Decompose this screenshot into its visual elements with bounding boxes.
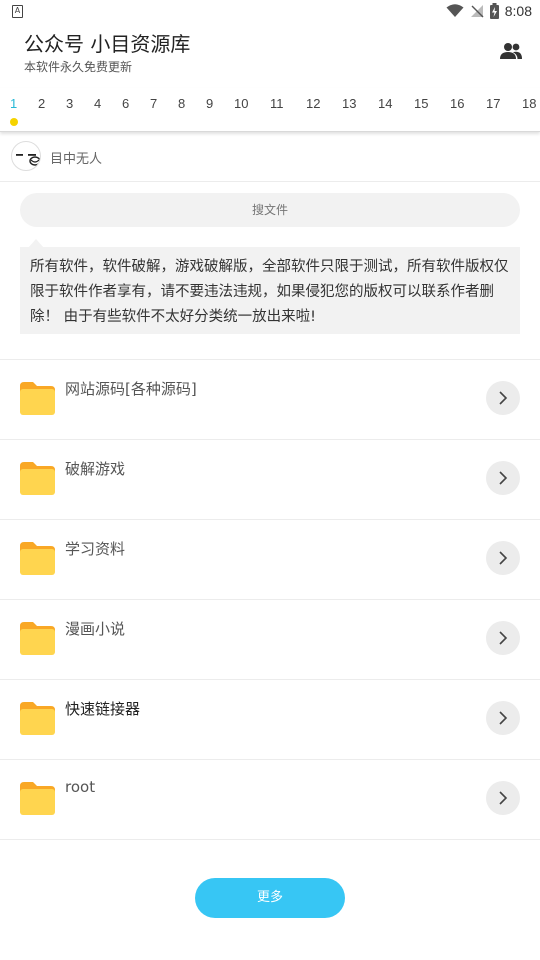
open-folder-button[interactable] <box>486 781 520 815</box>
tab-6[interactable]: 6 <box>122 96 129 111</box>
open-folder-button[interactable] <box>486 621 520 655</box>
list-item[interactable]: 漫画小说 <box>0 600 540 680</box>
folder-list: 网站源码[各种源码] 破解游戏 学习资料 漫画小说 快速链接器 root <box>0 359 540 840</box>
tab-12[interactable]: 12 <box>306 96 320 111</box>
list-item[interactable]: 快速链接器 <box>0 680 540 760</box>
open-folder-button[interactable] <box>486 541 520 575</box>
search-input[interactable] <box>20 193 520 227</box>
open-folder-button[interactable] <box>486 701 520 735</box>
chevron-right-icon <box>499 631 508 645</box>
signal-off-icon <box>470 5 484 18</box>
chevron-right-icon <box>499 391 508 405</box>
tab-16[interactable]: 16 <box>450 96 464 111</box>
folder-icon <box>20 782 55 815</box>
folder-icon <box>20 622 55 655</box>
tab-8[interactable]: 8 <box>178 96 185 111</box>
folder-label: 快速链接器 <box>65 700 141 718</box>
people-icon[interactable] <box>500 42 522 60</box>
folder-icon <box>20 462 55 495</box>
more-button[interactable]: 更多 <box>195 878 345 918</box>
page-subtitle: 本软件永久免费更新 <box>24 60 133 74</box>
notification-a-icon: A <box>12 5 23 18</box>
tab-15[interactable]: 15 <box>414 96 428 111</box>
chevron-right-icon <box>499 791 508 805</box>
list-item[interactable]: 破解游戏 <box>0 440 540 520</box>
avatar[interactable] <box>11 141 41 171</box>
folder-label: 学习资料 <box>65 540 126 558</box>
status-bar: A 8:08 <box>0 0 540 24</box>
tab-4[interactable]: 4 <box>94 96 101 111</box>
folder-label: 破解游戏 <box>65 460 126 478</box>
chevron-right-icon <box>499 471 508 485</box>
folder-label: 网站源码[各种源码] <box>65 380 197 398</box>
folder-label: root <box>65 778 96 796</box>
tab-18[interactable]: 18 <box>522 96 536 111</box>
category-tabs: 1 2 3 4 6 7 8 9 10 11 12 13 14 15 16 17 … <box>0 88 540 132</box>
tab-13[interactable]: 13 <box>342 96 356 111</box>
chevron-right-icon <box>499 551 508 565</box>
open-folder-button[interactable] <box>486 461 520 495</box>
chevron-right-icon <box>499 711 508 725</box>
tab-2[interactable]: 2 <box>38 96 45 111</box>
folder-icon <box>20 542 55 575</box>
active-tab-indicator <box>10 118 18 126</box>
folder-icon <box>20 702 55 735</box>
battery-charging-icon <box>489 3 499 19</box>
tab-1[interactable]: 1 <box>10 96 17 111</box>
status-icons: 8:08 <box>446 3 532 19</box>
user-row[interactable]: 目中无人 <box>0 136 540 182</box>
tab-9[interactable]: 9 <box>206 96 213 111</box>
tab-10[interactable]: 10 <box>234 96 248 111</box>
folder-label: 漫画小说 <box>65 620 126 638</box>
tab-11[interactable]: 11 <box>270 96 284 111</box>
list-item[interactable]: root <box>0 760 540 840</box>
list-item[interactable]: 学习资料 <box>0 520 540 600</box>
tab-17[interactable]: 17 <box>486 96 500 111</box>
tab-7[interactable]: 7 <box>150 96 157 111</box>
wifi-icon <box>446 4 464 17</box>
page-title: 公众号 小目资源库 <box>24 32 191 56</box>
status-time: 8:08 <box>504 3 532 19</box>
tab-14[interactable]: 14 <box>378 96 392 111</box>
folder-icon <box>20 382 55 415</box>
open-folder-button[interactable] <box>486 381 520 415</box>
tab-3[interactable]: 3 <box>66 96 73 111</box>
user-name[interactable]: 目中无人 <box>50 148 102 167</box>
list-item[interactable]: 网站源码[各种源码] <box>0 360 540 440</box>
notice-text: 所有软件，软件破解，游戏破解版，全部软件只限于测试，所有软件版权仅限于软件作者享… <box>20 247 520 334</box>
avatar-face-icon <box>16 154 40 166</box>
